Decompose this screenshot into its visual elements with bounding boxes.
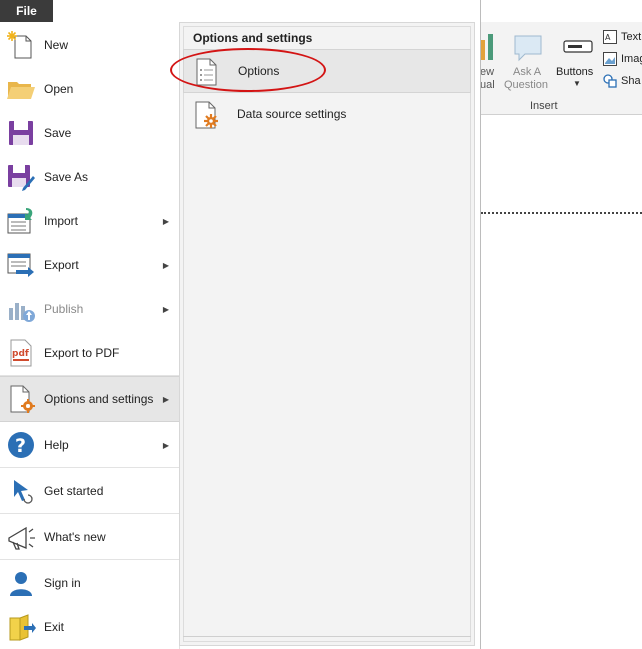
- new-visual-label-2[interactable]: ual: [480, 79, 495, 91]
- buttons-icon[interactable]: [563, 38, 593, 56]
- submenu-item-label: Data source settings: [237, 107, 347, 121]
- menu-item-label: New: [44, 38, 69, 52]
- svg-text:?: ?: [15, 435, 26, 457]
- menu-item-open[interactable]: Open: [0, 67, 179, 111]
- menu-item-exit[interactable]: Exit: [0, 605, 179, 649]
- export-icon: [7, 253, 34, 277]
- menu-item-label: Sign in: [44, 576, 81, 590]
- new-visual-icon[interactable]: [480, 34, 496, 60]
- ask-question-label[interactable]: Ask A: [513, 66, 541, 78]
- textbox-icon[interactable]: A: [603, 30, 617, 44]
- ribbon-insert-group: ew ual Ask A Question Buttons ▼ A Text I…: [480, 22, 642, 115]
- menu-item-label: Import: [44, 214, 79, 228]
- chevron-right-icon: ▶: [162, 304, 169, 314]
- menu-item-import[interactable]: Import ▶: [0, 199, 179, 243]
- menu-item-export-pdf[interactable]: pdf Export to PDF: [0, 331, 179, 375]
- save-as-icon: [8, 165, 35, 191]
- folder-open-icon: [7, 82, 35, 99]
- menu-item-label: Save As: [44, 170, 89, 184]
- menu-item-export[interactable]: Export ▶: [0, 243, 179, 287]
- ask-question-label-2[interactable]: Question: [504, 79, 548, 91]
- menu-item-help[interactable]: ? Help ▶: [0, 423, 179, 467]
- ask-question-icon[interactable]: [513, 34, 543, 62]
- menu-separator: [0, 513, 179, 514]
- new-icon: [7, 31, 32, 59]
- menu-item-label: Open: [44, 82, 74, 96]
- menu-item-label: Exit: [44, 620, 65, 634]
- report-canvas-border: [481, 212, 642, 214]
- megaphone-icon: [8, 526, 35, 550]
- import-icon: [7, 208, 33, 234]
- menu-edge-divider: [480, 0, 481, 649]
- chevron-right-icon: ▶: [162, 440, 169, 450]
- exit-icon: [9, 614, 36, 641]
- menu-item-save-as[interactable]: Save As: [0, 155, 179, 199]
- menu-item-save[interactable]: Save: [0, 111, 179, 155]
- save-icon: [9, 121, 33, 145]
- submenu-item-label: Options: [238, 64, 280, 78]
- publish-icon: [9, 303, 35, 322]
- options-settings-icon: [10, 385, 35, 413]
- file-menu: New Open Save Save As Import ▶ Export ▶ …: [0, 22, 180, 649]
- menu-item-label: Save: [44, 126, 72, 140]
- menu-item-whats-new[interactable]: What's new: [0, 515, 179, 559]
- menu-separator: [0, 559, 179, 560]
- svg-text:A: A: [605, 33, 611, 42]
- menu-item-label: What's new: [44, 530, 106, 544]
- image-icon[interactable]: [603, 52, 617, 66]
- menu-item-label: Options and settings: [44, 392, 154, 406]
- buttons-label[interactable]: Buttons: [556, 66, 593, 78]
- menu-item-label: Export: [44, 258, 79, 272]
- user-icon: [10, 572, 32, 596]
- menu-item-sign-in[interactable]: Sign in: [0, 561, 179, 605]
- data-source-settings-icon: [195, 101, 218, 129]
- image-label[interactable]: Imag: [621, 53, 642, 65]
- pdf-icon: pdf: [10, 339, 32, 367]
- submenu-item-options[interactable]: Options: [183, 49, 471, 93]
- new-visual-label[interactable]: ew: [480, 66, 494, 78]
- menu-item-new[interactable]: New: [0, 23, 179, 67]
- chevron-down-icon[interactable]: ▼: [573, 79, 581, 88]
- menu-item-publish[interactable]: Publish ▶: [0, 287, 179, 331]
- get-started-icon: [14, 480, 33, 504]
- menu-item-label: Export to PDF: [44, 346, 120, 360]
- file-tab[interactable]: File: [0, 0, 53, 22]
- menu-item-label: Get started: [44, 484, 104, 498]
- chevron-right-icon: ▶: [162, 260, 169, 270]
- submenu-title: Options and settings: [193, 31, 313, 45]
- ribbon-group-label: Insert: [530, 100, 558, 112]
- menu-item-label: Help: [44, 438, 69, 452]
- svg-text:pdf: pdf: [12, 349, 29, 359]
- options-settings-submenu: Options and settings Options Data source…: [179, 22, 475, 646]
- menu-separator: [0, 467, 179, 468]
- chevron-right-icon: ▶: [162, 394, 169, 404]
- menu-item-get-started[interactable]: Get started: [0, 469, 179, 513]
- menu-item-label: Publish: [44, 302, 84, 316]
- submenu-bottom-divider: [183, 636, 471, 637]
- options-document-icon: [196, 58, 217, 86]
- help-icon: ?: [8, 432, 34, 458]
- shapes-icon[interactable]: [603, 74, 617, 88]
- shapes-label[interactable]: Sha: [621, 75, 641, 87]
- submenu-item-data-source-settings[interactable]: Data source settings: [183, 93, 471, 137]
- top-strip: [53, 0, 480, 22]
- menu-item-options-settings[interactable]: Options and settings ▶: [0, 376, 179, 422]
- chevron-right-icon: ▶: [162, 216, 169, 226]
- text-label[interactable]: Text: [621, 31, 641, 43]
